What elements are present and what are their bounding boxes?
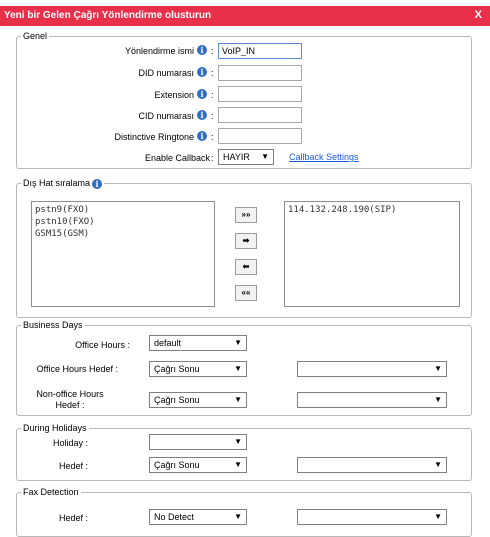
colon: : — [211, 46, 214, 56]
list-item[interactable]: 114.132.248.190(SIP) — [288, 204, 456, 216]
add-button[interactable]: ➡ — [235, 233, 257, 249]
holiday-select[interactable]: ▼ — [149, 434, 247, 450]
close-icon[interactable]: X — [475, 9, 482, 21]
chevron-down-icon: ▼ — [234, 512, 242, 521]
info-icon[interactable]: i — [197, 89, 207, 99]
fax-dest-label: Hedef : — [58, 513, 88, 523]
info-icon[interactable]: i — [197, 110, 207, 120]
chevron-down-icon: ▼ — [261, 152, 269, 161]
holidays-legend: During Holidays — [23, 423, 87, 433]
office-hours-select[interactable]: default ▼ — [149, 335, 247, 351]
chevron-down-icon: ▼ — [234, 364, 242, 373]
colon: : — [211, 68, 214, 78]
office-dest-label: Office Hours Hedef : — [36, 364, 118, 374]
nonoffice-dest-target-select[interactable]: ▼ — [297, 392, 447, 408]
list-item[interactable]: GSM15(GSM) — [35, 228, 211, 240]
available-trunks-list[interactable]: pstn9(FXO) pstn10(FXO) GSM15(GSM) — [31, 201, 215, 307]
list-item[interactable]: pstn10(FXO) — [35, 216, 211, 228]
chevron-down-icon: ▼ — [434, 395, 442, 404]
route-name-label: Yönlendirme ismi — [124, 46, 194, 56]
fax-dest-target-select[interactable]: ▼ — [297, 509, 447, 525]
callback-select[interactable]: HAYIR ▼ — [218, 149, 274, 165]
colon: : — [211, 90, 214, 100]
info-icon[interactable]: i — [197, 67, 207, 77]
info-icon[interactable]: i — [197, 45, 207, 55]
chevron-down-icon: ▼ — [234, 395, 242, 404]
add-all-button[interactable]: »» — [235, 207, 257, 223]
chevron-down-icon: ▼ — [234, 338, 242, 347]
ringtone-input[interactable] — [218, 128, 302, 144]
extension-input[interactable] — [218, 86, 302, 102]
selected-trunks-list[interactable]: 114.132.248.190(SIP) — [284, 201, 460, 307]
dialog-titlebar: Yeni bir Gelen Çağrı Yönlendirme olustur… — [0, 6, 490, 26]
list-item[interactable]: pstn9(FXO) — [35, 204, 211, 216]
chevron-down-icon: ▼ — [434, 364, 442, 373]
cid-input[interactable] — [218, 107, 302, 123]
holiday-label: Holiday : — [52, 438, 88, 448]
remove-button[interactable]: ⬅ — [235, 259, 257, 275]
fax-dest-select[interactable]: No Detect ▼ — [149, 509, 247, 525]
chevron-down-icon: ▼ — [234, 460, 242, 469]
route-name-input[interactable] — [218, 43, 302, 59]
cid-label: CID numarası — [138, 111, 194, 121]
callback-label: Enable Callback — [144, 153, 210, 163]
ringtone-label: Distinctive Ringtone — [114, 132, 194, 142]
colon: : — [211, 132, 214, 142]
chevron-down-icon: ▼ — [234, 437, 242, 446]
office-dest-select[interactable]: Çağrı Sonu ▼ — [149, 361, 247, 377]
office-dest-target-select[interactable]: ▼ — [297, 361, 447, 377]
incoming-route-dialog: Yeni bir Gelen Çağrı Yönlendirme olustur… — [0, 0, 490, 537]
holiday-dest-label: Hedef : — [58, 461, 88, 471]
office-hours-label: Office Hours : — [75, 340, 130, 350]
nonoffice-dest-select[interactable]: Çağrı Sonu ▼ — [149, 392, 247, 408]
info-icon[interactable]: i — [92, 179, 103, 189]
colon: : — [211, 111, 214, 121]
business-days-legend: Business Days — [23, 320, 83, 330]
fax-detection-legend: Fax Detection — [23, 487, 79, 497]
nonoffice-label: Non-office Hours Hedef : — [36, 389, 104, 410]
extension-label: Extension — [154, 90, 194, 100]
chevron-down-icon: ▼ — [434, 460, 442, 469]
dialog-title: Yeni bir Gelen Çağrı Yönlendirme olustur… — [4, 10, 212, 21]
did-input[interactable] — [218, 65, 302, 81]
holiday-dest-target-select[interactable]: ▼ — [297, 457, 447, 473]
did-label: DID numarası — [138, 68, 194, 78]
general-legend: Genel — [23, 31, 48, 41]
callback-settings-link[interactable]: Callback Settings — [289, 152, 359, 162]
info-icon[interactable]: i — [197, 131, 207, 141]
colon: : — [211, 153, 214, 163]
chevron-down-icon: ▼ — [434, 512, 442, 521]
trunk-order-legend: Dış Hat sıralama i — [21, 178, 104, 189]
holiday-dest-select[interactable]: Çağrı Sonu ▼ — [149, 457, 247, 473]
remove-all-button[interactable]: «« — [235, 285, 257, 301]
